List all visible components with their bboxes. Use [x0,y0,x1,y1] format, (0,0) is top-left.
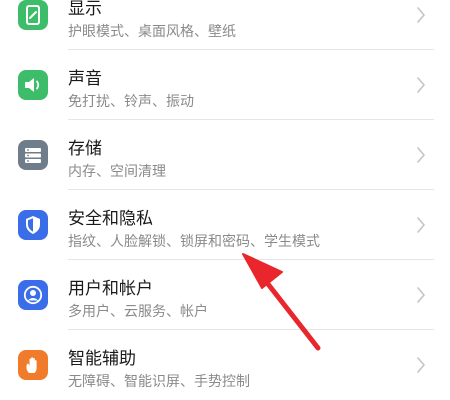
chevron-right-icon [417,7,425,23]
settings-item-storage[interactable]: 存储 内存、空间清理 [0,120,450,190]
chevron-right-icon [417,147,425,163]
settings-list: 显示 护眼模式、桌面风格、壁纸 声音 免打扰、铃声、振动 存储 内存、空间清理 … [0,0,450,400]
settings-item-title: 存储 [68,139,102,159]
settings-item-users-accounts[interactable]: 用户和帐户 多用户、云服务、帐户 [0,260,450,330]
user-icon [18,280,48,310]
speaker-icon [18,70,48,100]
settings-item-title: 安全和隐私 [68,209,153,229]
settings-item-subtitle: 多用户、云服务、帐户 [68,304,208,320]
settings-item-title: 用户和帐户 [68,279,153,299]
chevron-right-icon [417,287,425,303]
chevron-right-icon [417,217,425,233]
settings-item-subtitle: 内存、空间清理 [68,164,166,180]
storage-icon [18,140,48,170]
settings-item-title: 声音 [68,69,102,89]
settings-item-subtitle: 无障碍、智能识屏、手势控制 [68,374,250,390]
chevron-right-icon [417,77,425,93]
chevron-right-icon [417,357,425,373]
settings-item-title: 智能辅助 [68,349,136,369]
settings-item-display[interactable]: 显示 护眼模式、桌面风格、壁纸 [0,0,450,50]
settings-item-title: 显示 [68,0,102,19]
settings-item-subtitle: 免打扰、铃声、振动 [68,94,194,110]
settings-item-sound[interactable]: 声音 免打扰、铃声、振动 [0,50,450,120]
settings-item-subtitle: 指纹、人脸解锁、锁屏和密码、学生模式 [68,234,320,250]
hand-icon [18,350,48,380]
settings-item-security-privacy[interactable]: 安全和隐私 指纹、人脸解锁、锁屏和密码、学生模式 [0,190,450,260]
settings-item-subtitle: 护眼模式、桌面风格、壁纸 [68,24,236,40]
shield-icon [18,210,48,240]
settings-item-smart-assistance[interactable]: 智能辅助 无障碍、智能识屏、手势控制 [0,330,450,400]
settings-screen: 显示 护眼模式、桌面风格、壁纸 声音 免打扰、铃声、振动 存储 内存、空间清理 … [0,0,450,400]
display-icon [18,0,48,30]
